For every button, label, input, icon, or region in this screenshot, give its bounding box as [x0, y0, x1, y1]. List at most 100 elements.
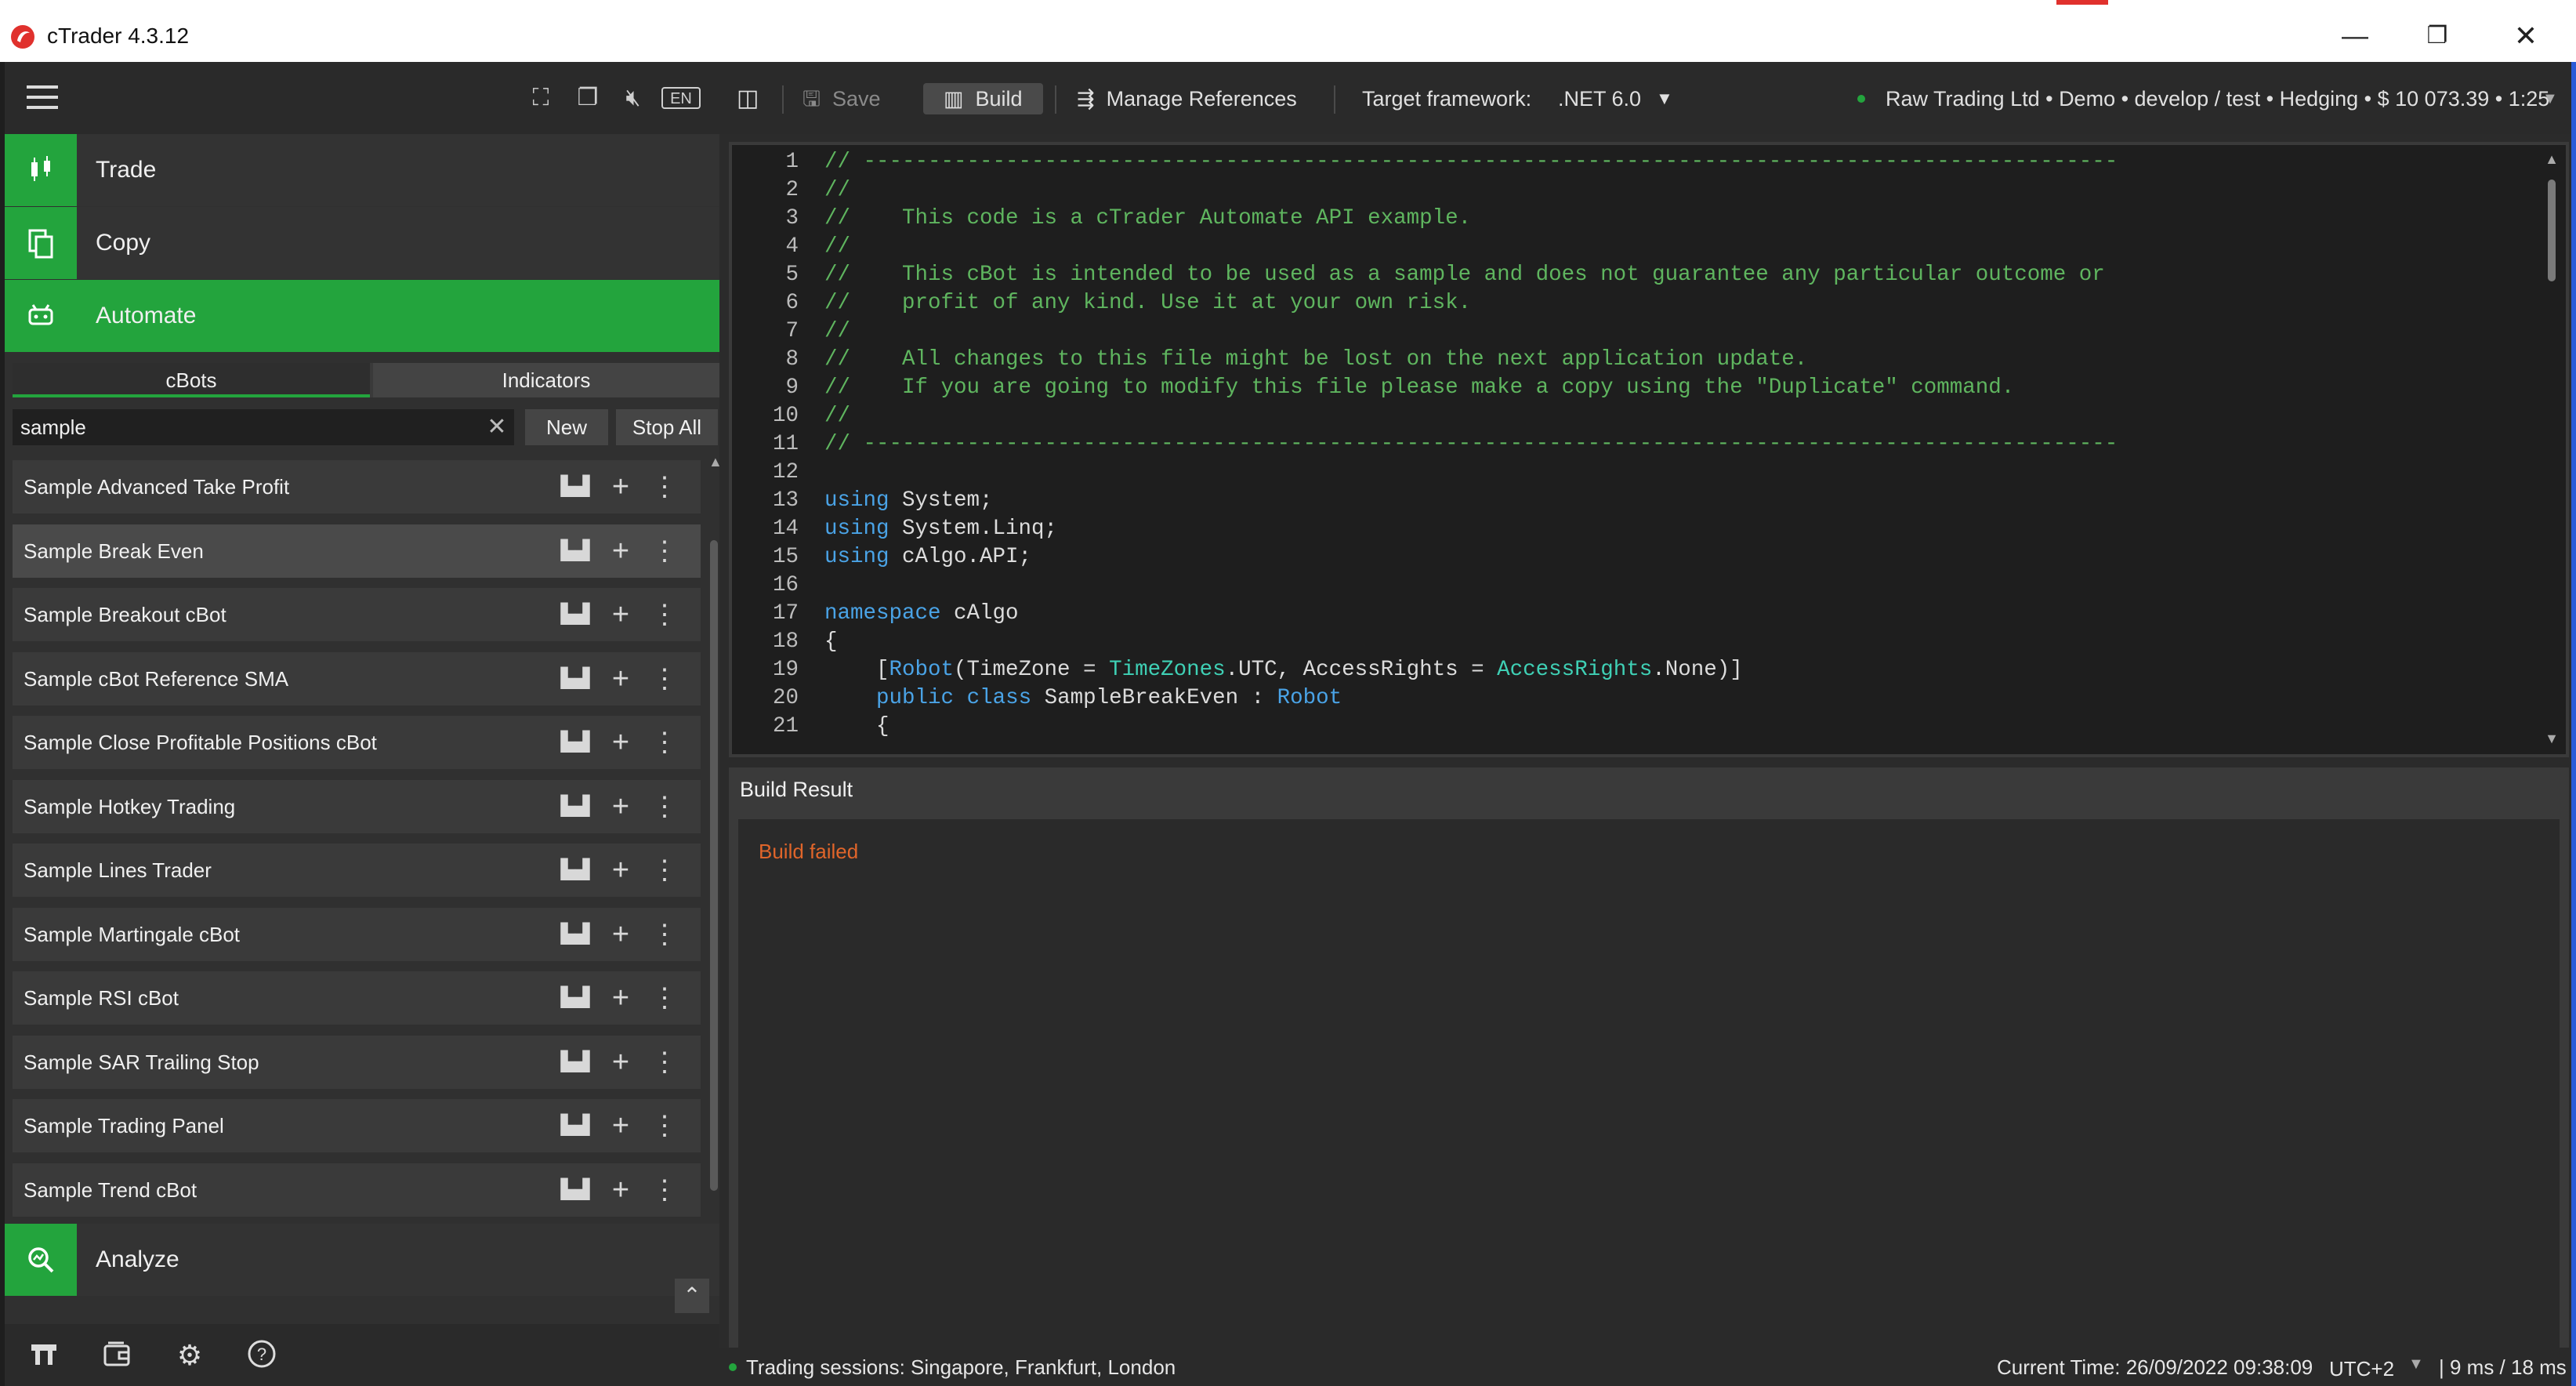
- cbot-list-item[interactable]: Sample Advanced Take Profit ▙▟ + ⋮: [13, 460, 701, 513]
- close-button[interactable]: ✕: [2491, 14, 2561, 58]
- code-editor[interactable]: 1 2 3 4 5 6 7 8 9 10 11 12 13 14 15 16 1…: [729, 142, 2569, 757]
- target-framework-select[interactable]: .NET 6.0: [1558, 83, 1641, 114]
- new-button[interactable]: New: [525, 409, 608, 445]
- more-options-icon[interactable]: ⋮: [649, 791, 680, 822]
- hamburger-menu-icon[interactable]: [27, 85, 58, 111]
- account-info[interactable]: Raw Trading Ltd • Demo • develop / test …: [1886, 83, 2549, 114]
- nav-copy[interactable]: Copy: [5, 207, 719, 279]
- detach-window-icon[interactable]: ❐: [572, 82, 603, 114]
- build-result-output: Build failed: [738, 819, 2560, 1360]
- code-content[interactable]: // -------------------------------------…: [824, 148, 2118, 741]
- fullscreen-icon[interactable]: ⛶: [525, 82, 556, 114]
- nav-trade[interactable]: Trade: [5, 134, 719, 206]
- nav-automate[interactable]: Automate: [5, 280, 719, 352]
- add-instance-icon[interactable]: +: [605, 1110, 636, 1141]
- add-instance-icon[interactable]: +: [605, 727, 636, 758]
- manage-references-button[interactable]: ⇶ Manage References: [1077, 83, 1297, 114]
- more-options-icon[interactable]: ⋮: [649, 1047, 680, 1078]
- instances-icon[interactable]: ▙▟: [560, 1047, 591, 1078]
- more-options-icon[interactable]: ⋮: [649, 982, 680, 1014]
- instances-icon[interactable]: ▙▟: [560, 1174, 591, 1206]
- tab-cbots[interactable]: cBots: [13, 363, 370, 397]
- toolbar-separator: [1055, 85, 1056, 114]
- instances-icon[interactable]: ▙▟: [560, 919, 591, 950]
- cbot-list-item[interactable]: Sample SAR Trailing Stop ▙▟ + ⋮: [13, 1035, 701, 1089]
- scrollbar-thumb[interactable]: [710, 540, 718, 1191]
- add-instance-icon[interactable]: +: [605, 1047, 636, 1078]
- tab-build-result[interactable]: Build Result: [729, 767, 864, 811]
- build-button[interactable]: ▥ Build: [923, 83, 1043, 114]
- more-options-icon[interactable]: ⋮: [649, 535, 680, 567]
- minimize-button[interactable]: —: [2320, 14, 2390, 58]
- more-options-icon[interactable]: ⋮: [649, 1110, 680, 1141]
- automate-icon: [5, 280, 77, 352]
- more-options-icon[interactable]: ⋮: [649, 1174, 680, 1206]
- cbot-list-item[interactable]: Sample Lines Trader ▙▟ + ⋮: [13, 844, 701, 897]
- cbot-list-item[interactable]: Sample Martingale cBot ▙▟ + ⋮: [13, 907, 701, 961]
- timezone-select[interactable]: UTC+2: [2329, 1357, 2394, 1381]
- instances-icon[interactable]: ▙▟: [560, 791, 591, 822]
- more-options-icon[interactable]: ⋮: [649, 471, 680, 503]
- clear-search-icon[interactable]: ✕: [483, 412, 511, 443]
- instances-icon[interactable]: ▙▟: [560, 663, 591, 695]
- line-numbers: 1 2 3 4 5 6 7 8 9 10 11 12 13 14 15 16 1…: [772, 150, 799, 738]
- cbot-list-item[interactable]: Sample Breakout cBot ▙▟ + ⋮: [13, 588, 701, 641]
- add-instance-icon[interactable]: +: [605, 919, 636, 950]
- scrollbar-thumb[interactable]: [2548, 180, 2556, 281]
- settings-gear-icon[interactable]: ⚙: [172, 1338, 207, 1373]
- more-options-icon[interactable]: ⋮: [649, 663, 680, 695]
- account-chevron-down-icon[interactable]: ▼: [2542, 83, 2558, 114]
- search-input[interactable]: [13, 409, 514, 445]
- add-instance-icon[interactable]: +: [605, 982, 636, 1014]
- add-instance-icon[interactable]: +: [605, 535, 636, 567]
- trading-sessions: Trading sessions: Singapore, Frankfurt, …: [746, 1355, 1176, 1379]
- add-instance-icon[interactable]: +: [605, 471, 636, 503]
- instances-icon[interactable]: ▙▟: [560, 854, 591, 886]
- instances-icon[interactable]: ▙▟: [560, 982, 591, 1014]
- instances-icon[interactable]: ▙▟: [560, 599, 591, 630]
- add-instance-icon[interactable]: +: [605, 663, 636, 695]
- cbot-list-scrollbar[interactable]: ▲ ▼: [708, 454, 723, 1277]
- cbot-list-item[interactable]: Sample cBot Reference SMA ▙▟ + ⋮: [13, 651, 701, 706]
- help-icon[interactable]: ?: [245, 1338, 279, 1373]
- language-en-icon[interactable]: EN: [661, 87, 701, 109]
- mute-sound-icon[interactable]: 🔇︎: [618, 82, 649, 114]
- build-label: Build: [975, 87, 1023, 111]
- cbot-list-item[interactable]: Sample RSI cBot ▙▟ + ⋮: [13, 971, 701, 1025]
- instances-icon[interactable]: ▙▟: [560, 727, 591, 758]
- wallet-icon[interactable]: [100, 1338, 135, 1373]
- stop-all-button[interactable]: Stop All: [616, 409, 718, 445]
- cbot-name: Sample Hotkey Trading: [24, 794, 236, 818]
- add-instance-icon[interactable]: +: [605, 1174, 636, 1206]
- more-options-icon[interactable]: ⋮: [649, 854, 680, 886]
- tab-indicators[interactable]: Indicators: [373, 363, 719, 397]
- nav-analyze-label: Analyze: [96, 1246, 179, 1272]
- scroll-down-icon[interactable]: ▼: [2544, 731, 2560, 747]
- trading-desk-icon[interactable]: [27, 1338, 61, 1373]
- maximize-button[interactable]: ❐: [2402, 14, 2473, 58]
- instances-icon[interactable]: ▙▟: [560, 471, 591, 503]
- instances-icon[interactable]: ▙▟: [560, 535, 591, 567]
- instances-icon[interactable]: ▙▟: [560, 1110, 591, 1141]
- add-instance-icon[interactable]: +: [605, 854, 636, 886]
- more-options-icon[interactable]: ⋮: [649, 919, 680, 950]
- scroll-up-icon[interactable]: ▲: [2544, 151, 2560, 168]
- collapse-chevron-up-icon[interactable]: ⌃: [675, 1279, 709, 1313]
- more-options-icon[interactable]: ⋮: [649, 599, 680, 630]
- add-instance-icon[interactable]: +: [605, 791, 636, 822]
- left-panel: ⛶ ❐ 🔇︎ EN Trade Copy Automate cBots Indi…: [5, 62, 723, 1386]
- scroll-up-icon[interactable]: ▲: [708, 454, 723, 470]
- more-options-icon[interactable]: ⋮: [649, 727, 680, 758]
- cbot-list-item[interactable]: Sample Hotkey Trading ▙▟ + ⋮: [13, 779, 701, 833]
- timezone-chevron-down-icon[interactable]: ▼: [2408, 1355, 2424, 1373]
- chevron-down-icon[interactable]: ▼: [1656, 83, 1673, 114]
- cbot-list-item[interactable]: Sample Close Profitable Positions cBot ▙▟…: [13, 716, 701, 769]
- cbot-list-item[interactable]: Sample Trading Panel ▙▟ + ⋮: [13, 1099, 701, 1152]
- nav-analyze[interactable]: Analyze: [5, 1224, 719, 1296]
- cbot-list-item[interactable]: Sample Trend cBot ▙▟ + ⋮: [13, 1163, 701, 1217]
- editor-scrollbar[interactable]: ▲ ▼: [2544, 151, 2560, 747]
- toggle-sidebar-icon[interactable]: ◫: [737, 83, 759, 114]
- add-instance-icon[interactable]: +: [605, 599, 636, 630]
- cbot-list-item[interactable]: Sample Break Even ▙▟ + ⋮: [13, 524, 701, 578]
- save-button[interactable]: 🖫︎ Save: [803, 83, 881, 114]
